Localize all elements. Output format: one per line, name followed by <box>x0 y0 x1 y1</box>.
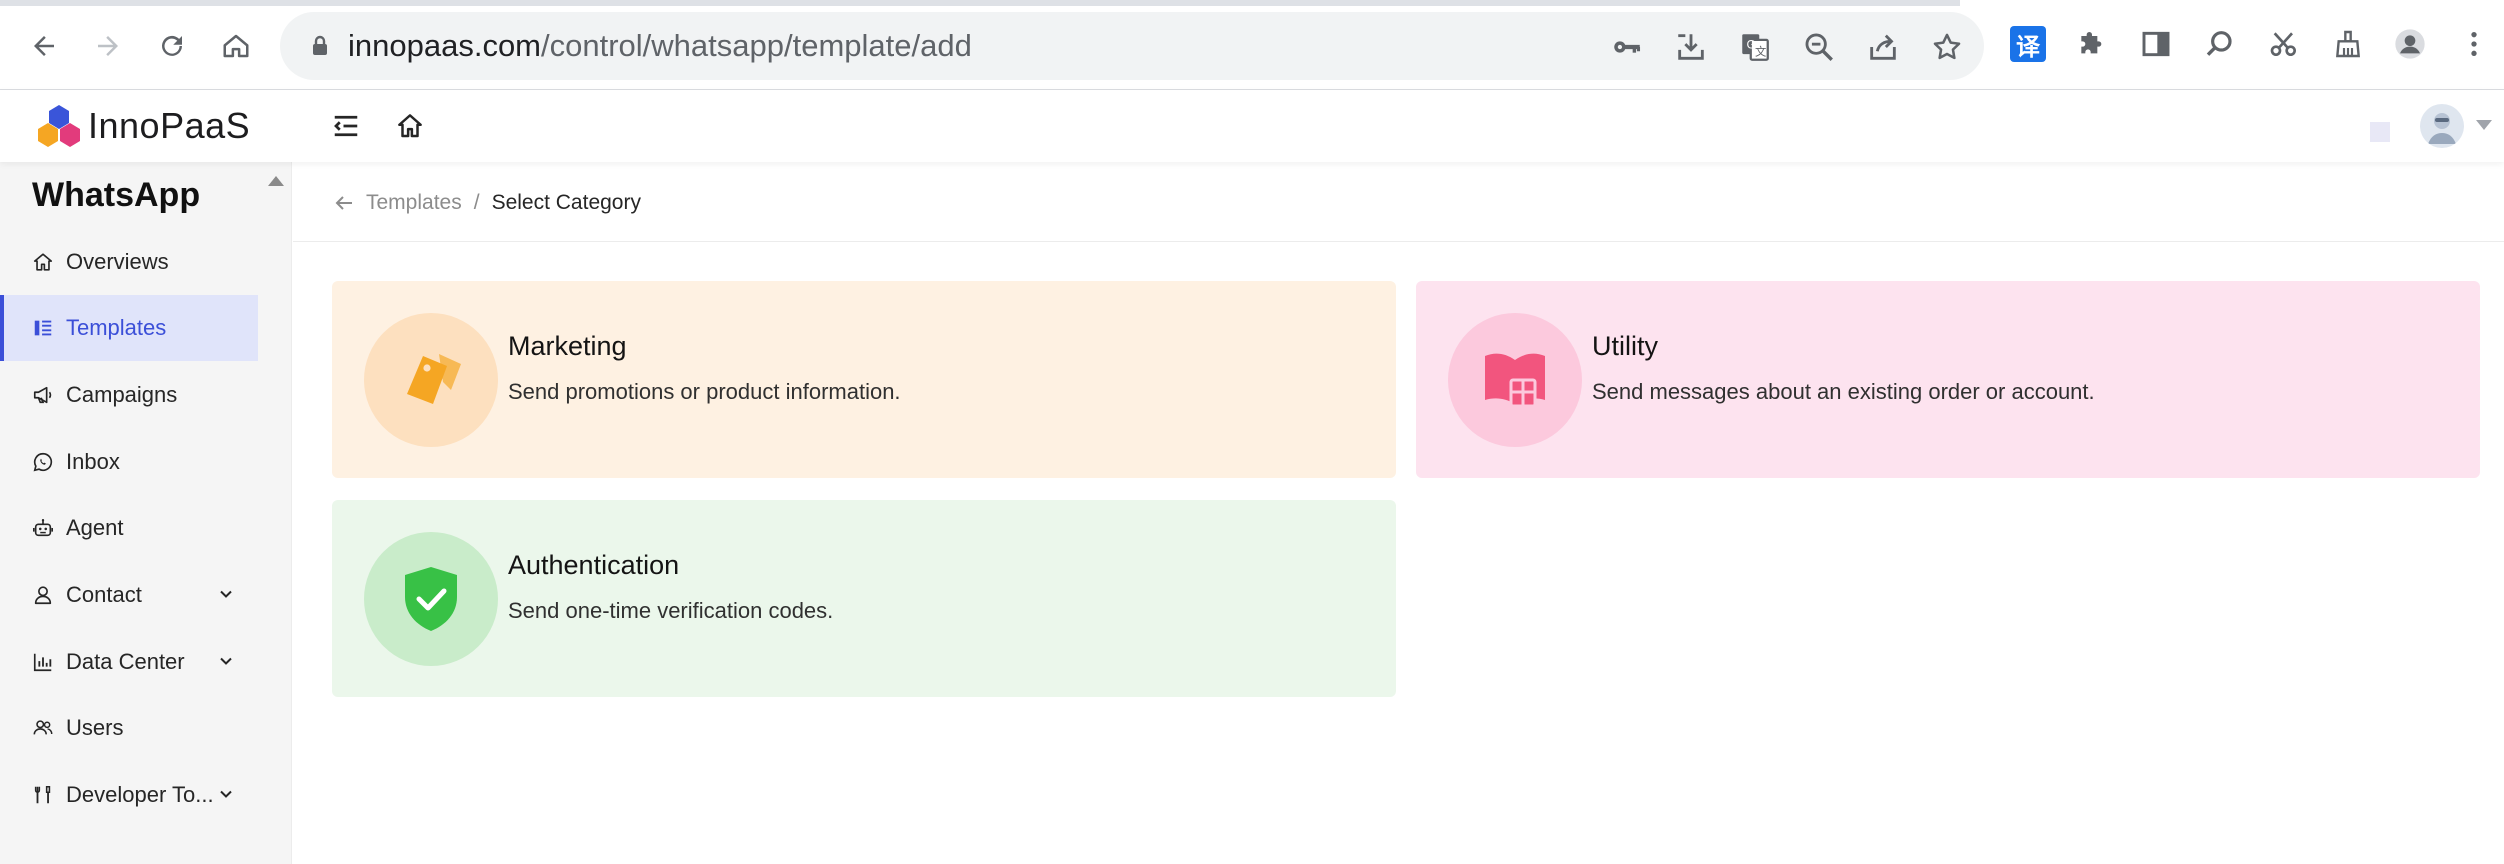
avatar-dropdown-icon[interactable] <box>2476 120 2492 130</box>
breadcrumb-separator: / <box>473 191 480 214</box>
category-card-utility[interactable]: Utility Send messages about an existing … <box>1416 281 2480 478</box>
install-app-icon[interactable] <box>1674 30 1708 64</box>
megaphone-icon <box>32 384 54 406</box>
shield-check-icon <box>364 532 498 666</box>
sidebar-item-inbox[interactable]: Inbox <box>0 429 258 495</box>
sidebar-item-label: Data Center <box>66 649 185 674</box>
sidebar-item-developer-tools[interactable]: Developer To... <box>0 762 258 828</box>
scroll-up-arrow-icon[interactable] <box>268 176 284 186</box>
card-title: Marketing <box>508 331 627 361</box>
card-description: Send promotions or product information. <box>508 379 901 404</box>
divider <box>293 241 2504 242</box>
home-icon[interactable] <box>214 24 258 68</box>
forward-arrow-icon[interactable] <box>86 24 130 68</box>
bar-chart-icon <box>32 651 54 673</box>
logo-text: InnoPaaS <box>88 105 251 146</box>
book-icon <box>1448 313 1582 447</box>
side-panel-icon[interactable] <box>2138 26 2174 62</box>
breadcrumb-link-templates[interactable]: Templates <box>366 191 462 215</box>
extensions-puzzle-icon[interactable] <box>2074 26 2110 62</box>
sidebar-item-overviews[interactable]: Overviews <box>0 229 258 295</box>
sidebar-item-label: Users <box>66 715 124 740</box>
robot-icon <box>32 517 54 539</box>
broom-icon[interactable] <box>2330 26 2366 62</box>
tools-icon <box>32 784 54 806</box>
sidebar-item-label: Agent <box>66 515 124 540</box>
chevron-down-icon[interactable] <box>218 586 234 602</box>
sidebar-item-label: Overviews <box>66 249 169 274</box>
innopaas-logo[interactable]: InnoPaaS <box>34 102 250 150</box>
bookmark-star-icon[interactable] <box>1930 30 1964 64</box>
sidebar-title: WhatsApp <box>32 176 201 214</box>
user-icon <box>32 584 54 606</box>
svg-text:文: 文 <box>1755 45 1766 59</box>
breadcrumb-current: Select Category <box>491 191 641 214</box>
sidebar: WhatsApp Overviews Templates Campaigns I… <box>0 162 292 864</box>
url-text: innopaas.com/control/whatsapp/template/a… <box>348 28 972 63</box>
sidebar-item-templates[interactable]: Templates <box>0 295 258 361</box>
card-title: Utility <box>1592 331 1658 361</box>
sidebar-item-label: Campaigns <box>66 382 178 407</box>
sidebar-item-label: Contact <box>66 582 142 607</box>
chevron-down-icon[interactable] <box>218 653 234 669</box>
sidebar-item-agent[interactable]: Agent <box>0 495 258 561</box>
zoom-out-icon[interactable] <box>1802 30 1836 64</box>
sidebar-item-label: Inbox <box>66 449 120 474</box>
lock-icon <box>313 35 327 55</box>
browser-toolbar: innopaas.com/control/whatsapp/template/a… <box>0 0 2504 90</box>
key-icon[interactable] <box>1610 30 1644 64</box>
profile-icon[interactable] <box>2392 26 2428 62</box>
card-description: Send one-time verification codes. <box>508 598 834 623</box>
app-header: InnoPaaS <box>0 90 2504 162</box>
home-shortcut-icon[interactable] <box>392 108 428 144</box>
price-tag-icon <box>364 313 498 447</box>
sidebar-item-campaigns[interactable]: Campaigns <box>0 362 258 428</box>
card-title: Authentication <box>508 550 680 580</box>
sidebar-item-label: Templates <box>66 315 167 340</box>
address-bar[interactable]: innopaas.com/control/whatsapp/template/a… <box>280 12 1984 80</box>
search-lens-icon[interactable] <box>2202 26 2238 62</box>
sidebar-item-data-center[interactable]: Data Center <box>0 629 258 695</box>
user-avatar[interactable] <box>2420 104 2464 148</box>
card-description: Send messages about an existing order or… <box>1592 379 2095 404</box>
share-icon[interactable] <box>1866 30 1900 64</box>
category-card-authentication[interactable]: Authentication Send one-time verificatio… <box>332 500 1396 697</box>
svg-text:G: G <box>1747 37 1756 51</box>
scissors-icon[interactable] <box>2266 26 2302 62</box>
back-arrow-icon[interactable] <box>332 191 356 215</box>
translate-icon[interactable]: G文 <box>1738 30 1772 64</box>
sidebar-item-label: Developer To... <box>66 782 214 807</box>
notification-placeholder[interactable] <box>2370 122 2390 142</box>
breadcrumb: Templates / Select Category <box>332 188 641 218</box>
back-arrow-icon[interactable] <box>22 24 66 68</box>
home-icon <box>32 251 54 273</box>
innopaas-logo-mark-icon <box>38 105 80 147</box>
chat-icon <box>32 451 54 473</box>
browser-menu-icon[interactable] <box>2456 26 2492 62</box>
translate-extension-icon[interactable]: 译 <box>2010 26 2046 62</box>
tab-strip <box>0 0 2504 6</box>
chevron-down-icon[interactable] <box>218 786 234 802</box>
sidebar-item-contact[interactable]: Contact <box>0 562 258 628</box>
reload-icon[interactable] <box>150 24 194 68</box>
templates-icon <box>32 317 54 339</box>
sidebar-item-users[interactable]: Users <box>0 695 258 761</box>
users-icon <box>32 717 54 739</box>
collapse-menu-icon[interactable] <box>328 108 364 144</box>
category-card-marketing[interactable]: Marketing Send promotions or product inf… <box>332 281 1396 478</box>
